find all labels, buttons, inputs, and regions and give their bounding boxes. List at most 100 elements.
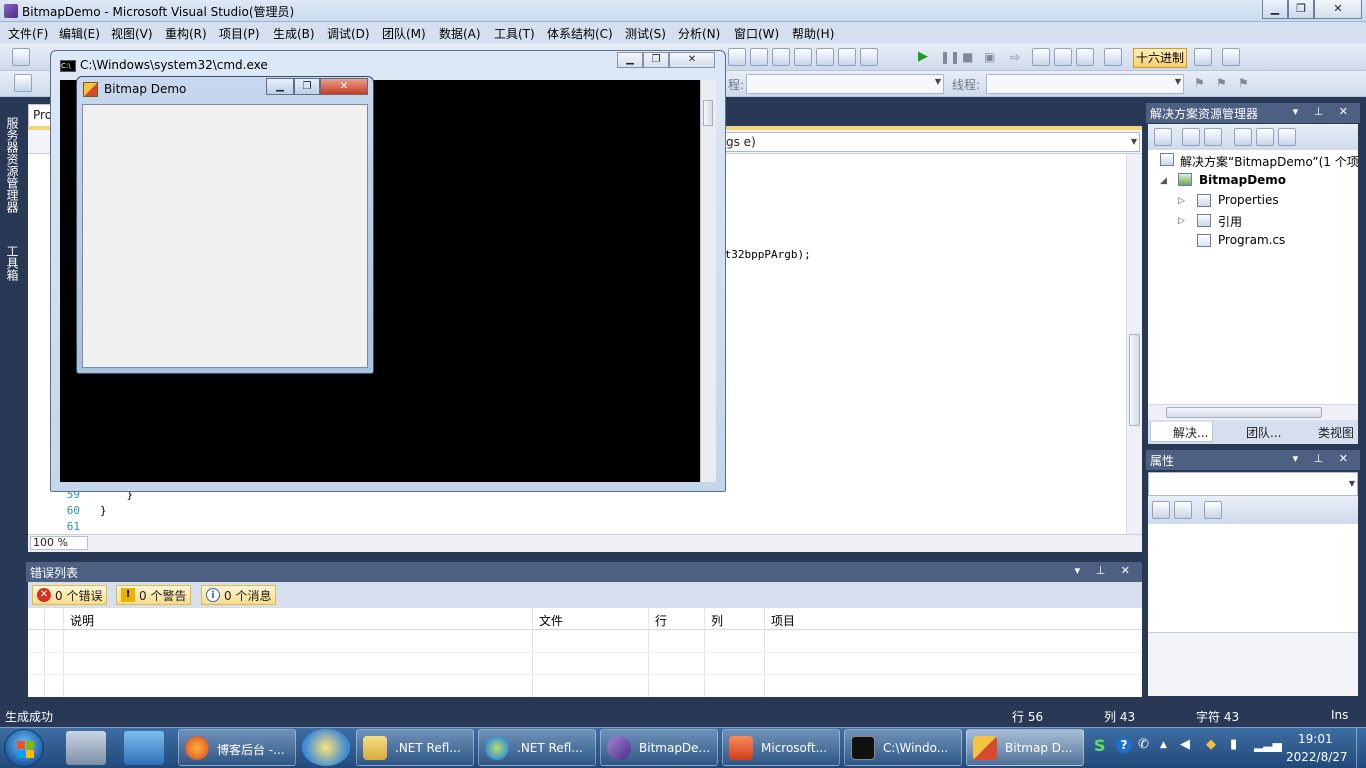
refresh-icon[interactable] xyxy=(1204,128,1222,146)
power-icon[interactable]: ▮ xyxy=(1230,737,1237,752)
tree-project[interactable]: BitmapDemo xyxy=(1199,173,1286,187)
stop-icon[interactable]: ■ xyxy=(962,50,973,64)
step-into-icon[interactable] xyxy=(1032,48,1050,66)
column-line[interactable]: 行 xyxy=(655,612,667,629)
properties-icon[interactable] xyxy=(750,48,768,66)
extension-manager-icon[interactable] xyxy=(838,48,856,66)
cmd-minimize-button[interactable]: ▁ xyxy=(617,52,643,68)
cmd-maximize-button[interactable]: ❐ xyxy=(643,52,669,68)
collapse-icon[interactable]: ◢ xyxy=(1160,176,1167,186)
help-icon[interactable]: ? xyxy=(1116,737,1132,753)
breakpoint-icon[interactable] xyxy=(1194,48,1212,66)
tray-app-icon[interactable]: S xyxy=(1094,736,1106,755)
menu-project[interactable]: 项目(P) xyxy=(219,25,260,42)
alphabetical-icon[interactable] xyxy=(1174,501,1192,519)
editor-vertical-scrollbar[interactable] xyxy=(1126,154,1142,534)
command-window-icon[interactable] xyxy=(860,48,878,66)
thread-combo[interactable]: ▼ xyxy=(986,74,1184,94)
menu-data[interactable]: 数据(A) xyxy=(439,25,481,42)
signal-icon[interactable]: ▂▃▅ xyxy=(1254,738,1282,752)
column-project[interactable]: 项目 xyxy=(771,612,795,629)
filter-thread-icon[interactable]: ⚑ xyxy=(1238,76,1249,90)
view-designer-icon[interactable] xyxy=(1256,128,1274,146)
menu-help[interactable]: 帮助(H) xyxy=(792,25,834,42)
server-explorer-tab[interactable]: 服务器资源管理器 xyxy=(4,117,21,213)
taskbar-item[interactable]: BitmapDe... xyxy=(600,729,718,766)
menu-test[interactable]: 测试(S) xyxy=(625,25,666,42)
zoom-combo[interactable]: 100 % xyxy=(30,536,88,550)
panel-pin-close-icons[interactable]: ▾ ⊥ ✕ xyxy=(1293,452,1354,465)
start-button[interactable] xyxy=(4,729,44,767)
tree-solution[interactable]: 解决方案“BitmapDemo”(1 个项 xyxy=(1180,153,1359,170)
menu-view[interactable]: 视图(V) xyxy=(111,25,153,42)
menu-window[interactable]: 窗口(W) xyxy=(734,25,779,42)
expand-icon[interactable]: ▷ xyxy=(1178,196,1185,206)
layout-icon[interactable] xyxy=(14,74,32,92)
clock-time[interactable]: 19:01 xyxy=(1298,732,1333,746)
errors-filter-button[interactable]: ✕ 0 个错误 xyxy=(32,585,108,605)
menu-team[interactable]: 团队(M) xyxy=(382,25,426,42)
expand-icon[interactable]: ▷ xyxy=(1178,216,1185,226)
show-all-files-icon[interactable] xyxy=(1154,128,1172,146)
process-combo[interactable]: ▼ xyxy=(746,74,944,94)
column-description[interactable]: 说明 xyxy=(70,612,94,629)
minimize-button[interactable]: ▁ xyxy=(1262,0,1288,19)
taskbar-item[interactable]: C:\Windo... xyxy=(844,729,962,766)
tab-solution-explorer[interactable]: 解决... xyxy=(1150,422,1214,442)
start-debugging-icon[interactable]: ▶ xyxy=(918,49,928,64)
menu-analyze[interactable]: 分析(N) xyxy=(678,25,720,42)
panel-pin-close-icons[interactable]: ▾ ⊥ ✕ xyxy=(1293,105,1354,118)
bitmap-client-area[interactable] xyxy=(82,104,368,368)
class-diagram-icon[interactable] xyxy=(1278,128,1296,146)
show-desktop-button[interactable] xyxy=(1356,728,1366,768)
tree-references[interactable]: 引用 xyxy=(1218,213,1242,230)
member-combo[interactable]: ▼ xyxy=(716,132,1140,152)
tab-team-explorer[interactable]: 团队... xyxy=(1224,422,1285,442)
properties-object-combo[interactable]: ▼ xyxy=(1148,472,1358,496)
close-button[interactable]: ✕ xyxy=(1314,0,1362,19)
menu-debug[interactable]: 调试(D) xyxy=(327,25,370,42)
solution-explorer-icon[interactable] xyxy=(728,48,746,66)
properties-icon[interactable] xyxy=(1182,128,1200,146)
taskbar-item[interactable]: Bitmap D... xyxy=(966,729,1084,766)
start-page-icon[interactable] xyxy=(816,48,834,66)
output-icon[interactable] xyxy=(1222,48,1240,66)
taskbar-item[interactable]: Microsoft... xyxy=(722,729,840,766)
tree-program-cs[interactable]: Program.cs xyxy=(1218,233,1285,247)
property-pages-icon[interactable] xyxy=(1204,501,1222,519)
show-hidden-icons[interactable]: ▲ xyxy=(1160,740,1167,750)
pinned-app-icon[interactable] xyxy=(302,729,350,766)
taskbar-item[interactable]: .NET Refl... xyxy=(356,729,474,766)
panel-pin-close-icons[interactable]: ▾ ⊥ ✕ xyxy=(1075,564,1136,577)
menu-edit[interactable]: 编辑(E) xyxy=(59,25,100,42)
menu-file[interactable]: 文件(F) xyxy=(8,25,48,42)
editor-horizontal-scrollbar[interactable] xyxy=(28,534,1142,552)
show-next-statement-icon[interactable]: ⇨ xyxy=(1010,50,1020,64)
toolbox-tab[interactable]: 工具箱 xyxy=(4,245,21,281)
find-icon[interactable] xyxy=(1104,48,1122,66)
bitmap-close-button[interactable]: ✕ xyxy=(320,78,368,95)
column-file[interactable]: 文件 xyxy=(539,612,563,629)
tree-properties[interactable]: Properties xyxy=(1218,193,1279,207)
object-browser-icon[interactable] xyxy=(772,48,790,66)
warnings-filter-button[interactable]: ! 0 个警告 xyxy=(116,585,192,605)
taskbar-item[interactable]: .NET Refl... xyxy=(478,729,596,766)
cmd-close-button[interactable]: ✕ xyxy=(669,52,715,68)
menu-build[interactable]: 生成(B) xyxy=(273,25,315,42)
toolbox-icon[interactable] xyxy=(794,48,812,66)
step-over-icon[interactable] xyxy=(1054,48,1072,66)
quick-launch-explorer-icon[interactable] xyxy=(66,731,106,765)
security-shield-icon[interactable]: ◆ xyxy=(1206,737,1216,752)
taskbar-item[interactable]: 博客后台 -... xyxy=(178,729,296,766)
pause-icon[interactable]: ❚❚ xyxy=(940,50,960,64)
cmd-scrollbar[interactable] xyxy=(700,80,716,482)
step-out-icon[interactable] xyxy=(1076,48,1094,66)
menu-architecture[interactable]: 体系结构(C) xyxy=(547,25,613,42)
maximize-button[interactable]: ❐ xyxy=(1288,0,1314,19)
tab-class-view[interactable]: 类视图 xyxy=(1296,422,1358,442)
flag-thread-icon[interactable]: ⚑ xyxy=(1216,76,1227,90)
hex-display-button[interactable]: 十六进制 xyxy=(1133,48,1187,68)
solution-tree-scrollbar[interactable] xyxy=(1148,404,1358,420)
bitmap-maximize-button[interactable]: ❐ xyxy=(294,78,320,95)
menu-tools[interactable]: 工具(T) xyxy=(494,25,535,42)
